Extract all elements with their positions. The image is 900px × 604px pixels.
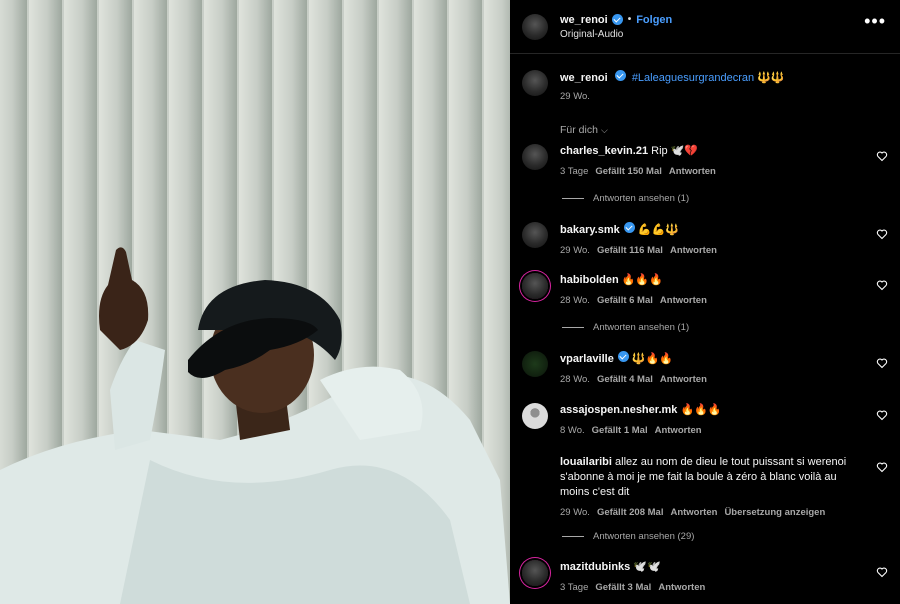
post-header: we_renoi • Folgen Original-Audio ••• bbox=[510, 0, 900, 54]
view-replies-button[interactable]: Antworten ansehen (1) bbox=[562, 193, 689, 204]
author-username[interactable]: we_renoi bbox=[560, 14, 608, 26]
comment-item: mazitdubinks 🕊️🕊️ 3 Tage Gefällt 3 Mal Ant… bbox=[522, 560, 888, 593]
comment-text: Rip 🕊️💔 bbox=[651, 145, 699, 157]
comment-likes[interactable]: Gefällt 1 Mal bbox=[592, 425, 648, 436]
comment-item: charles_kevin.21 Rip 🕊️💔 3 Tage Gefällt 1… bbox=[522, 144, 888, 177]
comment-text: 🔥🔥🔥 bbox=[621, 274, 663, 286]
comment-likes[interactable]: Gefällt 208 Mal bbox=[597, 507, 664, 518]
comment-text: 💪💪🔱 bbox=[637, 224, 679, 236]
comment-text: 🔥🔥🔥 bbox=[680, 404, 722, 416]
caption-username[interactable]: we_renoi bbox=[560, 72, 608, 84]
divider bbox=[562, 327, 584, 328]
separator-dot: • bbox=[627, 14, 632, 25]
verified-badge-icon bbox=[617, 351, 629, 362]
reply-button[interactable]: Antworten bbox=[655, 425, 702, 436]
comment-time: 28 Wo. bbox=[560, 295, 590, 306]
avatar[interactable] bbox=[522, 222, 548, 248]
comment-item: louailaribi allez au nom de dieu le tout… bbox=[522, 455, 888, 518]
avatar[interactable] bbox=[522, 144, 548, 170]
comment-username[interactable]: bakary.smk bbox=[560, 224, 620, 236]
comment-time: 29 Wo. bbox=[560, 245, 590, 256]
divider bbox=[562, 198, 584, 199]
follow-button[interactable]: Folgen bbox=[636, 14, 672, 26]
reply-button[interactable]: Antworten bbox=[660, 374, 707, 385]
comment-time: 29 Wo. bbox=[560, 507, 590, 518]
comment-sort-dropdown[interactable]: Für dich ⌵ bbox=[560, 124, 900, 136]
heart-icon[interactable] bbox=[876, 566, 888, 578]
reply-button[interactable]: Antworten bbox=[670, 245, 717, 256]
avatar[interactable] bbox=[522, 560, 548, 586]
comments-panel: we_renoi • Folgen Original-Audio ••• we_… bbox=[510, 0, 900, 604]
audio-label[interactable]: Original-Audio bbox=[560, 29, 672, 40]
heart-icon[interactable] bbox=[876, 150, 888, 162]
comment-time: 28 Wo. bbox=[560, 374, 590, 385]
heart-icon[interactable] bbox=[876, 461, 888, 473]
default-avatar-icon[interactable] bbox=[522, 403, 548, 429]
verified-badge-icon bbox=[614, 70, 626, 81]
view-replies-button[interactable]: Antworten ansehen (29) bbox=[562, 531, 694, 542]
comment-item: habibolden 🔥🔥🔥 28 Wo. Gefällt 6 Mal Antwor… bbox=[522, 273, 888, 306]
comment-item: vparlaville 🔱🔥🔥 28 Wo. Gefällt 4 Mal Antwo… bbox=[522, 351, 888, 385]
comment-item: assajospen.nesher.mk 🔥🔥🔥 8 Wo. Gefällt 1 … bbox=[522, 403, 888, 436]
comment-likes[interactable]: Gefällt 116 Mal bbox=[597, 245, 663, 256]
avatar[interactable] bbox=[522, 13, 548, 40]
post-caption: we_renoi #Laleaguesurgrandecran 🔱🔱 29 Wo… bbox=[510, 54, 900, 102]
comment-text: 🔱🔥🔥 bbox=[631, 353, 673, 365]
sort-label: Für dich bbox=[560, 124, 598, 136]
comment-likes[interactable]: Gefällt 3 Mal bbox=[595, 582, 651, 593]
reply-button[interactable]: Antworten bbox=[669, 166, 716, 177]
view-replies-label: Antworten ansehen (1) bbox=[593, 322, 690, 333]
comment-username[interactable]: louailaribi bbox=[560, 456, 612, 468]
heart-icon[interactable] bbox=[876, 228, 888, 240]
comment-text: 🕊️🕊️ bbox=[633, 561, 661, 573]
view-replies-label: Antworten ansehen (29) bbox=[593, 531, 695, 542]
comment-username[interactable]: charles_kevin.21 bbox=[560, 145, 648, 157]
verified-badge-icon bbox=[623, 222, 635, 233]
view-replies-button[interactable]: Antworten ansehen (1) bbox=[562, 322, 689, 333]
comment-time: 3 Tage bbox=[560, 166, 589, 177]
reply-button[interactable]: Antworten bbox=[670, 507, 717, 518]
reply-button[interactable]: Antworten bbox=[658, 582, 705, 593]
comment-username[interactable]: assajospen.nesher.mk bbox=[560, 404, 677, 416]
heart-icon[interactable] bbox=[876, 409, 888, 421]
comment-likes[interactable]: Gefällt 4 Mal bbox=[597, 374, 653, 385]
avatar[interactable] bbox=[522, 351, 548, 377]
caption-hashtag[interactable]: #Laleaguesurgrandecran 🔱🔱 bbox=[632, 72, 785, 84]
heart-icon[interactable] bbox=[876, 279, 888, 291]
comment-likes[interactable]: Gefällt 150 Mal bbox=[595, 166, 662, 177]
caption-time: 29 Wo. bbox=[560, 91, 590, 102]
comment-time: 3 Tage bbox=[560, 582, 589, 593]
more-options-icon[interactable]: ••• bbox=[864, 12, 886, 30]
comment-username[interactable]: mazitdubinks bbox=[560, 561, 630, 573]
heart-icon[interactable] bbox=[876, 357, 888, 369]
avatar[interactable] bbox=[522, 273, 548, 299]
divider bbox=[562, 536, 584, 537]
translate-button[interactable]: Übersetzung anzeigen bbox=[724, 507, 825, 518]
comment-likes[interactable]: Gefällt 6 Mal bbox=[597, 295, 653, 306]
comment-time: 8 Wo. bbox=[560, 425, 585, 436]
comment-item: bakary.smk 💪💪🔱 29 Wo. Gefällt 116 Mal Antw… bbox=[522, 222, 888, 256]
reply-button[interactable]: Antworten bbox=[660, 295, 707, 306]
person-figure bbox=[0, 247, 510, 604]
chevron-down-icon: ⌵ bbox=[600, 125, 608, 135]
comment-username[interactable]: vparlaville bbox=[560, 353, 614, 365]
post-media[interactable] bbox=[0, 0, 510, 604]
avatar[interactable] bbox=[522, 70, 548, 96]
comment-username[interactable]: habibolden bbox=[560, 274, 619, 286]
view-replies-label: Antworten ansehen (1) bbox=[593, 193, 690, 204]
verified-badge-icon bbox=[611, 14, 623, 25]
